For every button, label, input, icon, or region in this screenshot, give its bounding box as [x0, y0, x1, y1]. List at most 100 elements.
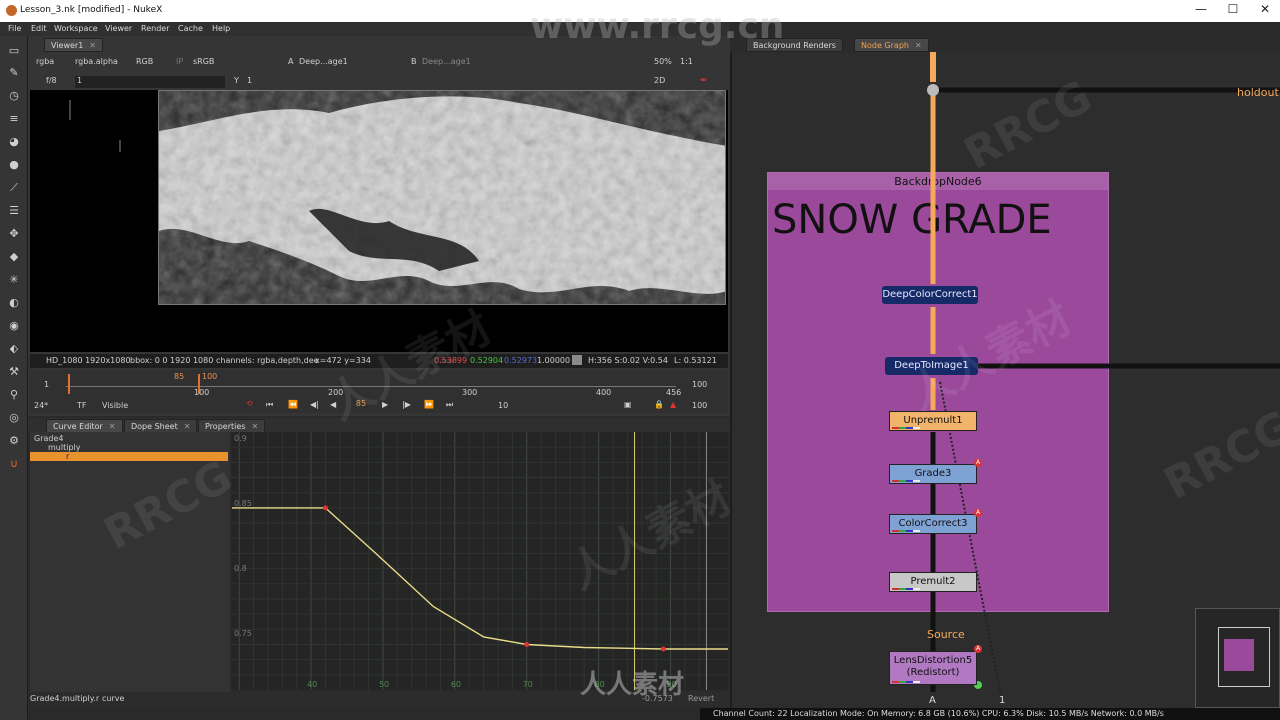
particles-icon[interactable]: ✳: [7, 273, 21, 287]
close-tab-icon[interactable]: ✕: [109, 422, 116, 431]
keyer-icon[interactable]: ⟋: [7, 181, 21, 195]
metadata-icon[interactable]: ⬖: [7, 342, 21, 356]
view-mode-select[interactable]: 2D: [654, 76, 665, 88]
fps-select[interactable]: 24*: [34, 401, 48, 410]
views-icon[interactable]: ◉: [7, 319, 21, 333]
node-grade3[interactable]: Grade3: [889, 464, 977, 484]
in-point-marker[interactable]: [68, 374, 70, 394]
colorcorrect-label: ColorCorrect3: [898, 518, 968, 529]
next-frame-button[interactable]: |▶: [402, 400, 411, 409]
input-b-label: B: [411, 57, 417, 66]
colorspace-select[interactable]: sRGB: [193, 57, 214, 69]
prev-frame-button[interactable]: ◀|: [310, 400, 319, 409]
deep-icon[interactable]: ◐: [7, 296, 21, 310]
proxy-icon[interactable]: ▣: [624, 400, 632, 409]
rgb-select[interactable]: RGB: [136, 57, 153, 69]
gamma-field[interactable]: 1: [247, 76, 252, 88]
close-tab-icon[interactable]: ✕: [251, 422, 258, 431]
status-text: Channel Count: 22 Localization Mode: On …: [713, 709, 1164, 718]
transform-icon[interactable]: ✥: [7, 227, 21, 241]
tab-node-graph[interactable]: Node Graph ✕: [854, 38, 929, 52]
node-colorcorrect3[interactable]: ColorCorrect3: [889, 514, 977, 534]
snow-texture: [159, 91, 725, 304]
prev-keyframe-button[interactable]: ⏪: [288, 400, 298, 409]
x-tick-label: 50: [379, 680, 389, 689]
input-b-select[interactable]: Deep...age1: [422, 57, 471, 69]
color-picker-icon[interactable]: ✒: [700, 76, 710, 86]
visible-select[interactable]: Visible: [102, 401, 128, 410]
draw-icon[interactable]: ✎: [7, 66, 21, 80]
status-bar: Channel Count: 22 Localization Mode: On …: [700, 708, 1280, 720]
menu-render[interactable]: Render: [141, 24, 169, 33]
nukex-icon[interactable]: ∪: [7, 457, 21, 471]
fstop-field[interactable]: f/8: [46, 76, 57, 88]
grade-label: Grade3: [914, 468, 952, 479]
toolsets-icon[interactable]: ⚒: [7, 365, 21, 379]
ocula-icon[interactable]: ⚙: [7, 434, 21, 448]
node-deepcolorcorrect1[interactable]: DeepColorCorrect1: [882, 286, 978, 304]
close-tab-icon[interactable]: ✕: [184, 422, 191, 431]
last-frame-button[interactable]: ⏭: [446, 400, 453, 410]
tab-properties[interactable]: Properties ✕: [198, 419, 266, 433]
close-tab-icon[interactable]: ✕: [89, 41, 96, 50]
holdout-label[interactable]: holdout: [1237, 86, 1279, 99]
tree-node-grade4[interactable]: Grade4: [34, 434, 63, 443]
merge-icon[interactable]: ☰: [7, 204, 21, 218]
end-frame-field[interactable]: 100: [692, 401, 707, 410]
out-marker-label: 100: [202, 372, 218, 381]
gain-field[interactable]: 1: [75, 76, 225, 88]
tab-viewer1[interactable]: Viewer1 ✕: [44, 38, 103, 52]
input-a-select[interactable]: Deep...age1: [299, 57, 348, 69]
alpha-select[interactable]: rgba.alpha: [75, 57, 118, 69]
minimize-button[interactable]: —: [1186, 2, 1216, 20]
channel-bar: [892, 530, 920, 532]
format-info: HD_1080 1920x1080: [46, 356, 131, 365]
zoom-select[interactable]: 50%: [654, 57, 672, 69]
furnace-icon[interactable]: ◎: [7, 411, 21, 425]
filter-icon[interactable]: ●: [7, 158, 21, 172]
next-keyframe-button[interactable]: ⏩: [424, 400, 434, 409]
close-button[interactable]: ✕: [1250, 2, 1280, 20]
maximize-button[interactable]: ☐: [1218, 2, 1248, 20]
animated-badge-icon: A: [974, 509, 982, 517]
lock-icon[interactable]: 🔒: [654, 400, 664, 409]
first-frame-button[interactable]: ⏮: [266, 400, 273, 410]
current-frame-marker[interactable]: 85: [174, 372, 184, 381]
node-premult2[interactable]: Premult2: [889, 572, 977, 592]
channel-icon[interactable]: ≡: [7, 112, 21, 126]
close-tab-icon[interactable]: ✕: [915, 41, 922, 50]
tree-node-multiply[interactable]: multiply: [48, 443, 80, 452]
keyframe-point: [322, 505, 328, 511]
loop-icon[interactable]: ⟲: [246, 399, 258, 411]
color-icon[interactable]: ◕: [7, 135, 21, 149]
menu-help[interactable]: Help: [212, 24, 230, 33]
timeline-end-field[interactable]: 100: [692, 380, 707, 389]
keyframe-point: [660, 646, 666, 652]
tree-node-r-label: r: [66, 452, 70, 461]
tf-select[interactable]: TF: [77, 401, 87, 410]
ratio-select[interactable]: 1:1: [680, 57, 693, 69]
menu-cache[interactable]: Cache: [178, 24, 203, 33]
menu-viewer[interactable]: Viewer: [105, 24, 132, 33]
3d-icon[interactable]: ◆: [7, 250, 21, 264]
tab-dope-sheet[interactable]: Dope Sheet ✕: [124, 419, 198, 433]
input-a-label: A: [288, 57, 294, 66]
time-icon[interactable]: ◷: [7, 89, 21, 103]
curve-expression[interactable]: curve: [102, 694, 124, 703]
other-icon[interactable]: ⚲: [7, 388, 21, 402]
node-graph-minimap[interactable]: [1195, 608, 1280, 708]
revert-button[interactable]: Revert: [688, 694, 714, 703]
channels-select[interactable]: rgba: [36, 57, 54, 69]
channels-info: channels: rgba,depth,dee: [216, 356, 319, 365]
warning-icon[interactable]: ▲: [670, 400, 676, 409]
image-icon[interactable]: ▭: [7, 44, 21, 58]
menu-edit[interactable]: Edit: [31, 24, 47, 33]
step-field[interactable]: 10: [498, 401, 508, 410]
y-tick-0.85: 0.85: [234, 499, 252, 508]
menu-workspace[interactable]: Workspace: [54, 24, 98, 33]
node-lensdistortion5[interactable]: LensDistortion5 (Redistort): [889, 651, 977, 685]
tab-curve-editor[interactable]: Curve Editor ✕: [46, 419, 123, 433]
menu-file[interactable]: File: [8, 24, 21, 33]
ip-toggle[interactable]: IP: [176, 57, 183, 69]
tick-400: 400: [596, 388, 612, 397]
